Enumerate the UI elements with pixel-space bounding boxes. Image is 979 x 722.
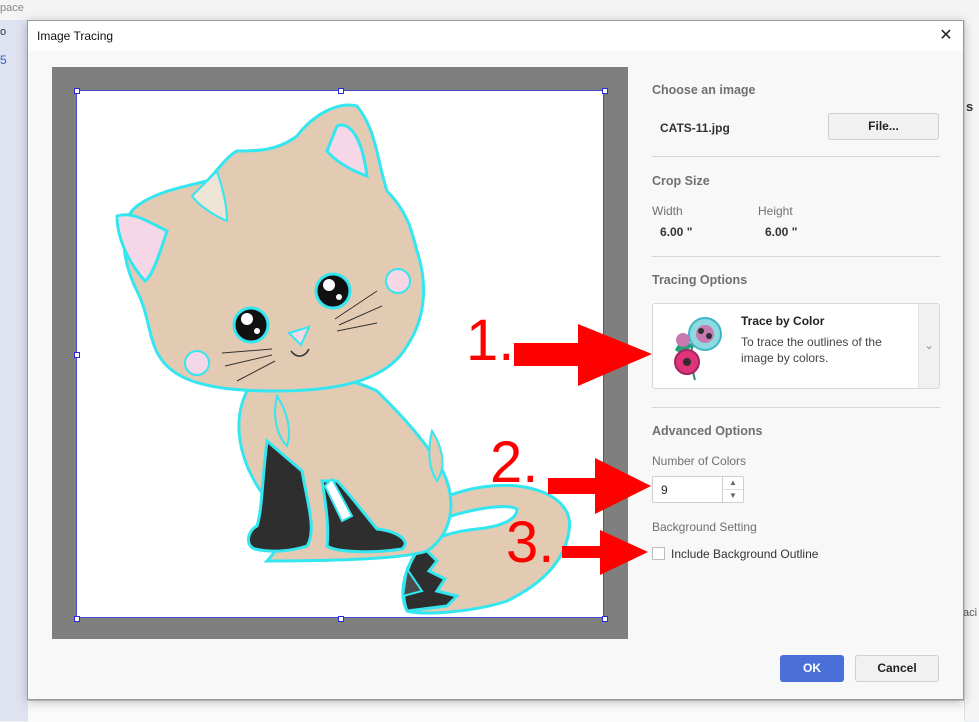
divider (652, 256, 940, 257)
close-icon[interactable]: ✕ (935, 25, 957, 47)
include-background-outline-label[interactable]: Include Background Outline (671, 547, 818, 561)
background-tool-fragment: 5 (0, 53, 7, 67)
crop-handle-top-right[interactable] (602, 88, 608, 94)
height-label: Height (758, 204, 793, 218)
image-tracing-dialog: Image Tracing ✕ Choose an image CATS-11.… (27, 20, 964, 700)
tracing-options-title: Tracing Options (652, 273, 748, 287)
tracing-method-dropdown[interactable]: Trace by Color To trace the outlines of … (652, 303, 940, 389)
trace-method-description: To trace the outlines of the image by co… (741, 335, 882, 365)
crop-handle-bottom[interactable] (338, 616, 344, 622)
number-of-colors-label: Number of Colors (652, 454, 747, 468)
crop-handle-bottom-right[interactable] (602, 616, 608, 622)
cat-image (115, 103, 571, 615)
divider (652, 407, 940, 408)
dialog-title: Image Tracing (37, 29, 114, 43)
crop-handle-top[interactable] (338, 88, 344, 94)
trace-by-color-icon (674, 317, 722, 381)
decrement-icon[interactable]: ▼ (722, 490, 743, 502)
background-right-fragment: s (966, 99, 974, 114)
number-of-colors-input[interactable] (653, 477, 731, 502)
file-button[interactable]: File... (828, 113, 939, 140)
crop-area[interactable] (74, 88, 608, 622)
number-of-colors-stepper[interactable]: ▲ ▼ (652, 476, 744, 503)
background-setting-label: Background Setting (652, 520, 757, 534)
choose-image-title: Choose an image (652, 83, 756, 97)
trace-method-name: Trace by Color (741, 314, 825, 328)
background-app-sidebar (0, 20, 28, 721)
background-right-lower-fragment: aci (963, 607, 978, 619)
ok-button[interactable]: OK (780, 655, 844, 682)
height-value: 6.00 " (765, 225, 798, 239)
crop-handle-top-left[interactable] (74, 88, 80, 94)
crop-handle-bottom-left[interactable] (74, 616, 80, 622)
background-app-top (0, 0, 979, 20)
width-value: 6.00 " (660, 225, 693, 239)
divider (652, 156, 940, 157)
crop-handle-right[interactable] (602, 352, 608, 358)
cancel-button[interactable]: Cancel (855, 655, 939, 682)
background-menu-fragment: o (0, 26, 7, 38)
background-ruler (28, 700, 964, 722)
crop-size-title: Crop Size (652, 174, 710, 188)
image-filename: CATS-11.jpg (660, 121, 730, 135)
image-preview-frame (52, 67, 628, 639)
background-workspace-label: pace (0, 2, 24, 14)
chevron-down-icon[interactable]: ⌄ (918, 304, 939, 388)
advanced-options-title: Advanced Options (652, 424, 763, 438)
increment-icon[interactable]: ▲ (722, 477, 743, 490)
width-label: Width (652, 204, 683, 218)
crop-handle-left[interactable] (74, 352, 80, 358)
include-background-outline-checkbox[interactable] (652, 547, 665, 560)
dialog-titlebar[interactable]: Image Tracing ✕ (28, 21, 963, 51)
